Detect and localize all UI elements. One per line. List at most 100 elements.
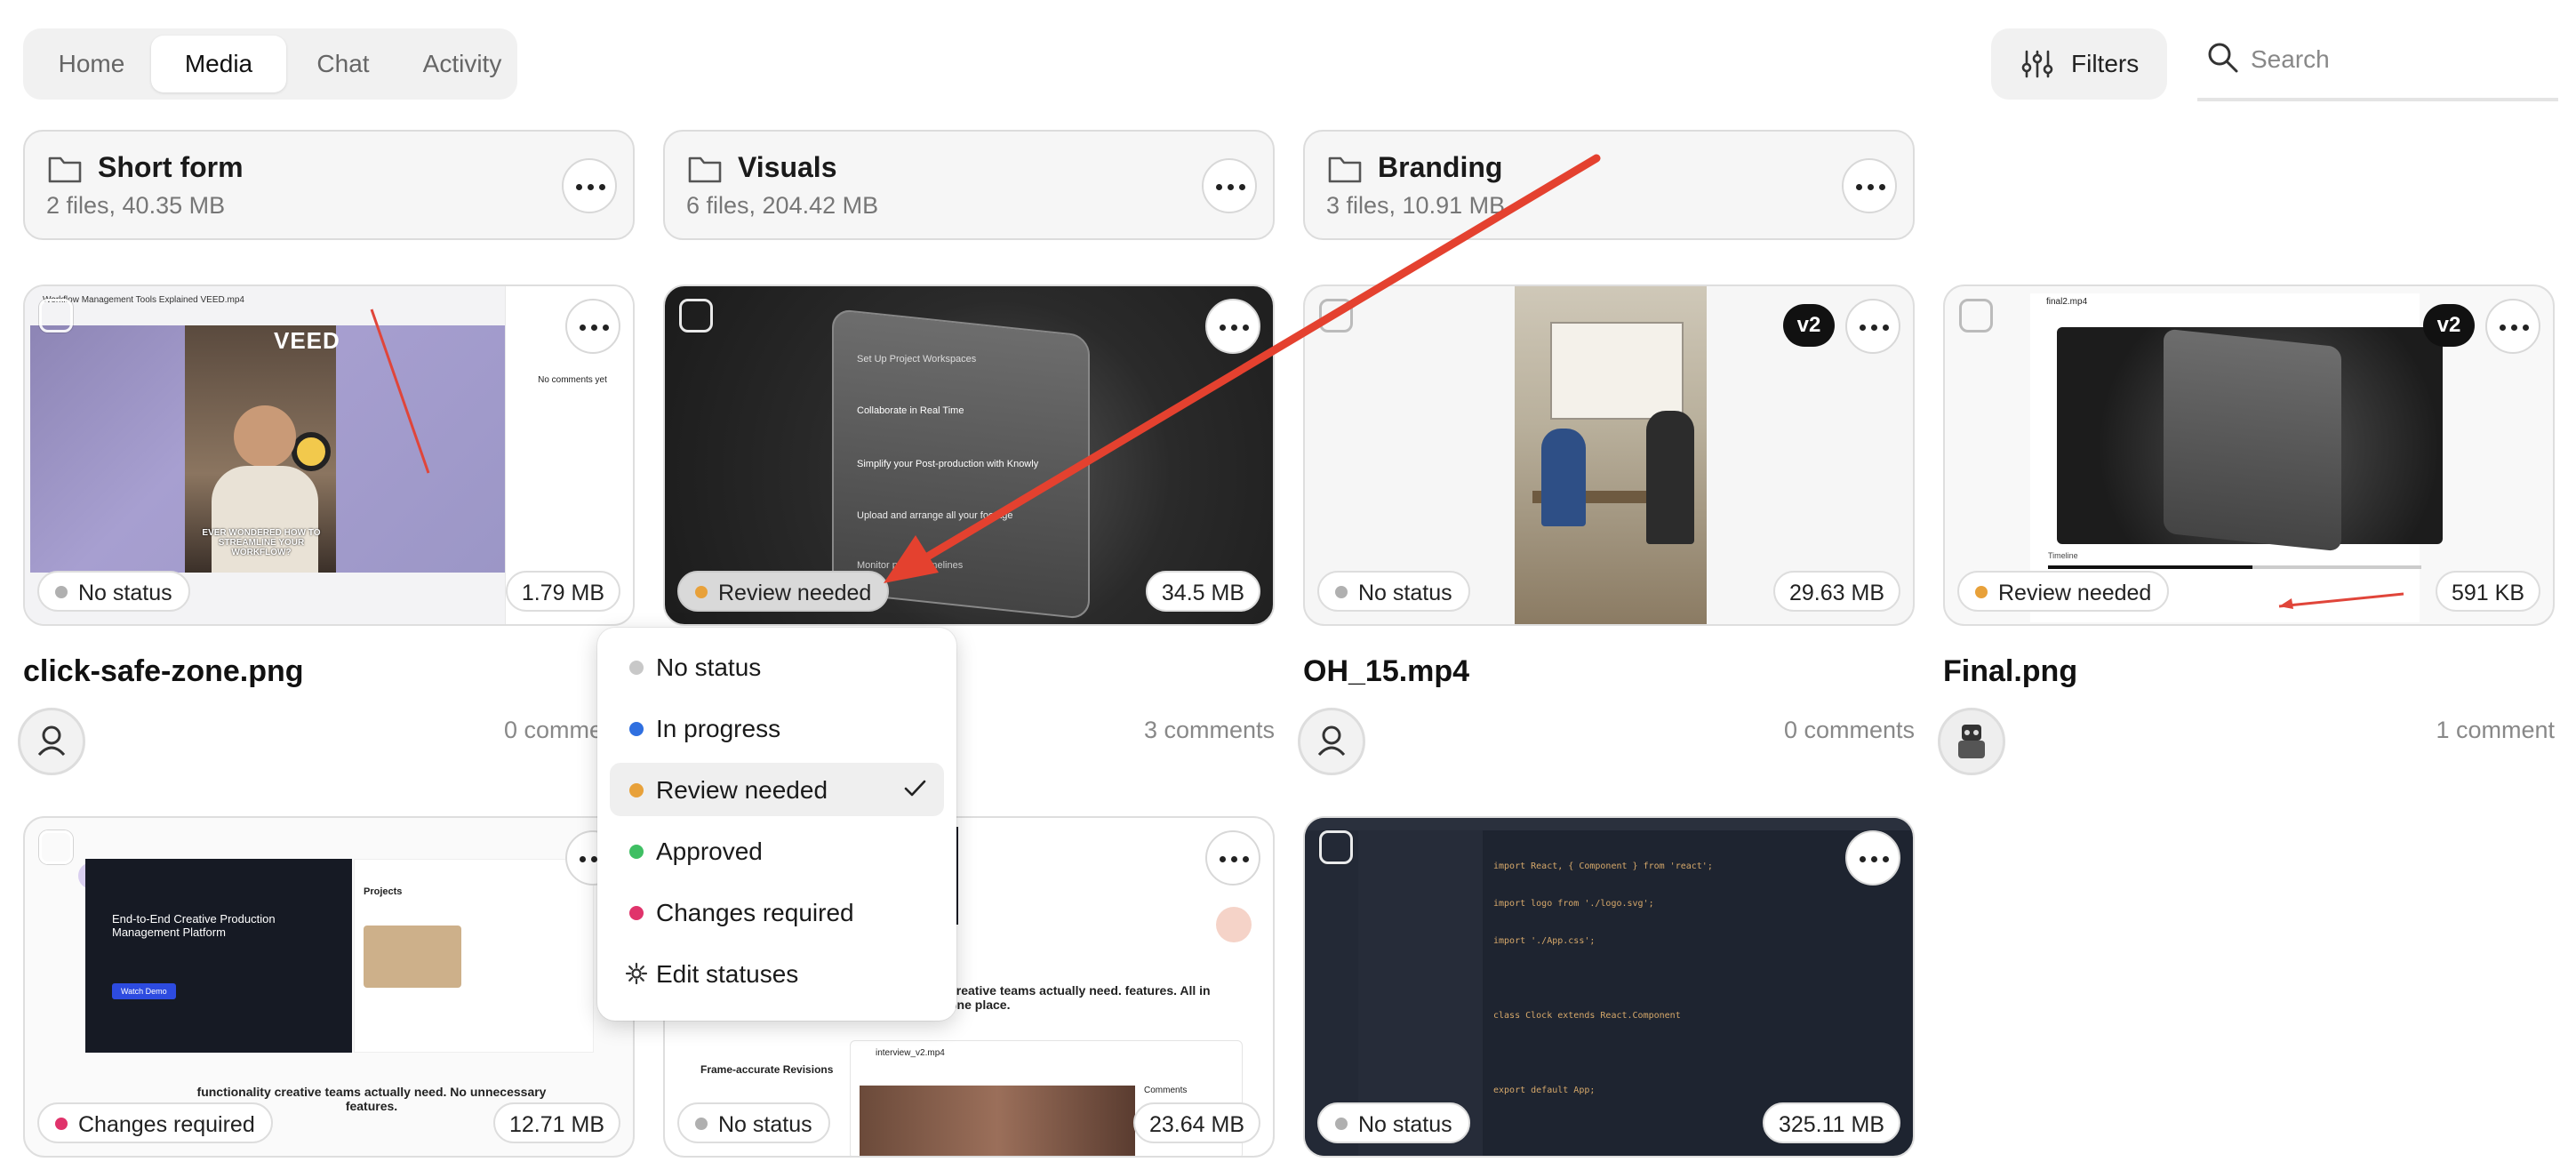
file-size-badge: 591 KB [2435, 571, 2540, 612]
more-options-button[interactable] [2485, 299, 2540, 354]
more-options-button[interactable] [1845, 830, 1900, 886]
interview-frame [860, 1086, 1135, 1156]
more-options-button[interactable] [1845, 299, 1900, 354]
tab-activity[interactable]: Activity [400, 36, 524, 92]
veed-brand: VEED [274, 327, 340, 354]
status-label: No status [78, 581, 172, 605]
checkmark-icon [904, 780, 926, 797]
status-option-review-needed[interactable]: Review needed [610, 763, 944, 816]
comments-heading: Comments [1144, 1086, 1188, 1095]
avatar[interactable] [1938, 708, 2005, 775]
select-checkbox[interactable] [1319, 830, 1353, 864]
code-line: ​ [1493, 973, 1713, 985]
tab-home[interactable]: Home [36, 36, 148, 92]
more-options-button[interactable] [562, 158, 617, 213]
status-dot [629, 722, 644, 736]
status-option-label: Approved [656, 837, 763, 865]
version-badge: v2 [2423, 304, 2475, 347]
gear-icon [625, 962, 648, 985]
status-dot [629, 661, 644, 675]
select-checkbox[interactable] [39, 299, 73, 333]
file-size-badge: 29.63 MB [1772, 571, 1900, 612]
status-dot [695, 1118, 708, 1130]
person-right [1646, 411, 1694, 544]
code-line: export default App; [1493, 1086, 1596, 1095]
sliders-icon [2021, 50, 2053, 78]
red-arrow-annotation [2278, 592, 2404, 609]
code-line: import React, { Component } from 'react'… [1493, 861, 1713, 871]
status-badge[interactable]: No status [677, 1102, 830, 1143]
comment-count: 1 comment [2436, 717, 2555, 743]
status-option-label: In progress [656, 715, 781, 742]
more-options-button[interactable] [1842, 158, 1897, 213]
user-icon [1317, 725, 1346, 757]
status-dot [55, 1118, 68, 1130]
thumb-file-name: final2.mp4 [2046, 297, 2088, 307]
folder-icon [688, 156, 722, 183]
media-card[interactable]: import React, { Component } from 'react'… [1303, 816, 1915, 1158]
folder-meta: 2 files, 40.35 MB [46, 192, 226, 219]
project-thumb [364, 926, 461, 988]
status-option-no-status[interactable]: No status [610, 640, 944, 693]
robot-avatar-icon [1958, 725, 1985, 758]
status-option-approved[interactable]: Approved [610, 824, 944, 878]
folder-name: Visuals [738, 151, 837, 183]
file-size-badge: 325.11 MB [1762, 1102, 1900, 1143]
media-card[interactable]: Workflow Management Tools Explained VEED… [23, 284, 635, 626]
folder-icon [48, 156, 82, 183]
file-title[interactable]: Final.png [1943, 654, 2077, 689]
status-badge[interactable]: No status [1317, 1102, 1470, 1143]
revision-file-name: interview_v2.mp4 [876, 1048, 945, 1058]
search-field[interactable] [2197, 27, 2558, 101]
avatar[interactable] [18, 708, 85, 775]
code-line: class Clock extends React.Component [1493, 1011, 1681, 1021]
more-options-button[interactable] [565, 299, 620, 354]
status-label: Review needed [718, 581, 872, 605]
ring-light [292, 432, 331, 471]
file-title[interactable]: OH_15.mp4 [1303, 654, 1469, 689]
status-label: Review needed [1998, 581, 2152, 605]
code-line: ​ [1493, 1047, 1713, 1060]
status-badge[interactable]: Changes required [37, 1102, 273, 1143]
status-dot [629, 906, 644, 920]
watch-demo-button: Watch Demo [112, 983, 176, 999]
user-icon [37, 725, 66, 757]
status-label: Changes required [78, 1112, 255, 1137]
status-option-changes-required[interactable]: Changes required [610, 886, 944, 939]
red-arrow-annotation [884, 154, 1601, 583]
projects-heading: Projects [364, 886, 403, 897]
status-dot [55, 586, 68, 598]
status-dot [629, 845, 644, 859]
preview-frame [2057, 327, 2443, 552]
media-card[interactable]: final2.mp4 Timeline v2 Review needed 591… [1943, 284, 2555, 626]
section-heading: Frame-accurate Revisions [700, 1063, 834, 1076]
video-caption: EVER WONDERED HOW TO STREAMLINE YOUR WOR… [202, 528, 321, 557]
status-option-in-progress[interactable]: In progress [610, 701, 944, 755]
filters-button[interactable]: Filters [1991, 28, 2167, 100]
edit-statuses-button[interactable]: Edit statuses [610, 947, 944, 1000]
select-checkbox[interactable] [1959, 299, 1993, 333]
tagline-text: creative teams actually need. features. … [949, 983, 1211, 1012]
status-badge[interactable]: No status [37, 571, 190, 612]
person-head [234, 405, 296, 468]
avatar[interactable] [1298, 708, 1365, 775]
status-dot [695, 586, 708, 598]
select-checkbox[interactable] [679, 299, 713, 333]
tab-chat[interactable]: Chat [290, 36, 396, 92]
filters-label: Filters [2071, 50, 2140, 77]
file-title[interactable]: click-safe-zone.png [23, 654, 304, 689]
status-dot [1335, 1118, 1348, 1130]
view-tabs: Home Media Chat Activity [23, 28, 517, 100]
file-size-badge: 1.79 MB [505, 571, 620, 612]
no-comments-text: No comments yet [538, 375, 607, 385]
timeline-track [2048, 565, 2421, 569]
tab-media[interactable]: Media [151, 36, 286, 92]
more-options-button[interactable] [1205, 830, 1260, 886]
folder-card[interactable]: Short form 2 files, 40.35 MB [23, 130, 635, 240]
status-badge[interactable]: Review needed [1957, 571, 2170, 612]
search-input[interactable] [2249, 41, 2537, 78]
media-card[interactable]: End-to-End Creative Production Managemen… [23, 816, 635, 1158]
status-label: No status [1358, 1112, 1452, 1137]
select-checkbox[interactable] [39, 830, 73, 864]
code-block: import React, { Component } from 'react'… [1493, 836, 1713, 1122]
